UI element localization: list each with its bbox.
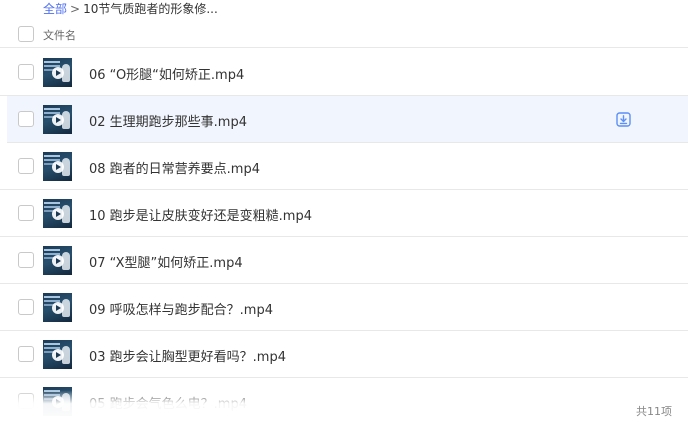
- file-name[interactable]: 03 跑步会让胸型更好看吗？.mp4: [89, 346, 286, 365]
- play-icon: [52, 349, 64, 361]
- video-thumbnail-icon[interactable]: [43, 340, 72, 369]
- breadcrumb: 全部 >10节气质跑者的形象修...: [43, 1, 218, 19]
- thumbnail-text-lines: [44, 155, 60, 157]
- select-all-checkbox[interactable]: [18, 26, 34, 42]
- file-checkbox[interactable]: [18, 64, 34, 80]
- file-checkbox[interactable]: [18, 252, 34, 268]
- play-icon: [52, 114, 64, 126]
- file-row[interactable]: 09 呼吸怎样与跑步配合？.mp4: [0, 284, 688, 331]
- file-name[interactable]: 02 生理期跑步那些事.mp4: [89, 111, 247, 130]
- video-thumbnail-icon[interactable]: [43, 105, 72, 134]
- breadcrumb-root-link[interactable]: 全部: [43, 2, 67, 16]
- file-name[interactable]: 08 跑者的日常营养要点.mp4: [89, 158, 260, 177]
- file-list-header: 文件名: [0, 20, 688, 48]
- play-icon: [52, 302, 64, 314]
- file-checkbox[interactable]: [18, 205, 34, 221]
- play-icon: [52, 208, 64, 220]
- video-thumbnail-icon[interactable]: [43, 293, 72, 322]
- thumbnail-text-lines: [44, 249, 60, 251]
- thumbnail-text-lines: [44, 202, 60, 204]
- column-header-filename[interactable]: 文件名: [43, 27, 76, 43]
- file-row[interactable]: 03 跑步会让胸型更好看吗？.mp4: [0, 331, 688, 378]
- file-name[interactable]: 09 呼吸怎样与跑步配合？.mp4: [89, 299, 273, 318]
- video-thumbnail-icon[interactable]: [43, 58, 72, 87]
- file-row[interactable]: 02 生理期跑步那些事.mp4: [7, 96, 688, 143]
- file-checkbox[interactable]: [18, 299, 34, 315]
- video-thumbnail-icon[interactable]: [43, 199, 72, 228]
- file-row[interactable]: 10 跑步是让皮肤变好还是变粗糙.mp4: [0, 190, 688, 237]
- breadcrumb-separator: >: [70, 2, 81, 16]
- play-icon: [52, 255, 64, 267]
- file-name[interactable]: 06 “O形腿“如何矫正.mp4: [89, 64, 244, 83]
- file-row[interactable]: 08 跑者的日常营养要点.mp4: [0, 143, 688, 190]
- file-row[interactable]: 06 “O形腿“如何矫正.mp4: [0, 49, 688, 96]
- thumbnail-text-lines: [44, 108, 60, 110]
- video-thumbnail-icon[interactable]: [43, 246, 72, 275]
- play-icon: [52, 161, 64, 173]
- thumbnail-text-lines: [44, 343, 60, 345]
- file-name[interactable]: 07 “X型腿”如何矫正.mp4: [89, 252, 243, 271]
- thumbnail-text-lines: [44, 296, 60, 298]
- play-icon: [52, 67, 64, 79]
- video-thumbnail-icon[interactable]: [43, 152, 72, 181]
- list-fade-overlay: [0, 390, 688, 424]
- file-checkbox[interactable]: [18, 158, 34, 174]
- download-icon[interactable]: [616, 112, 631, 127]
- thumbnail-text-lines: [44, 61, 60, 63]
- file-name[interactable]: 10 跑步是让皮肤变好还是变粗糙.mp4: [89, 205, 312, 224]
- file-row[interactable]: 07 “X型腿”如何矫正.mp4: [0, 237, 688, 284]
- breadcrumb-current-folder: 10节气质跑者的形象修...: [83, 2, 218, 16]
- file-checkbox[interactable]: [18, 346, 34, 362]
- item-count: 共11项: [636, 405, 672, 418]
- file-checkbox[interactable]: [18, 111, 34, 127]
